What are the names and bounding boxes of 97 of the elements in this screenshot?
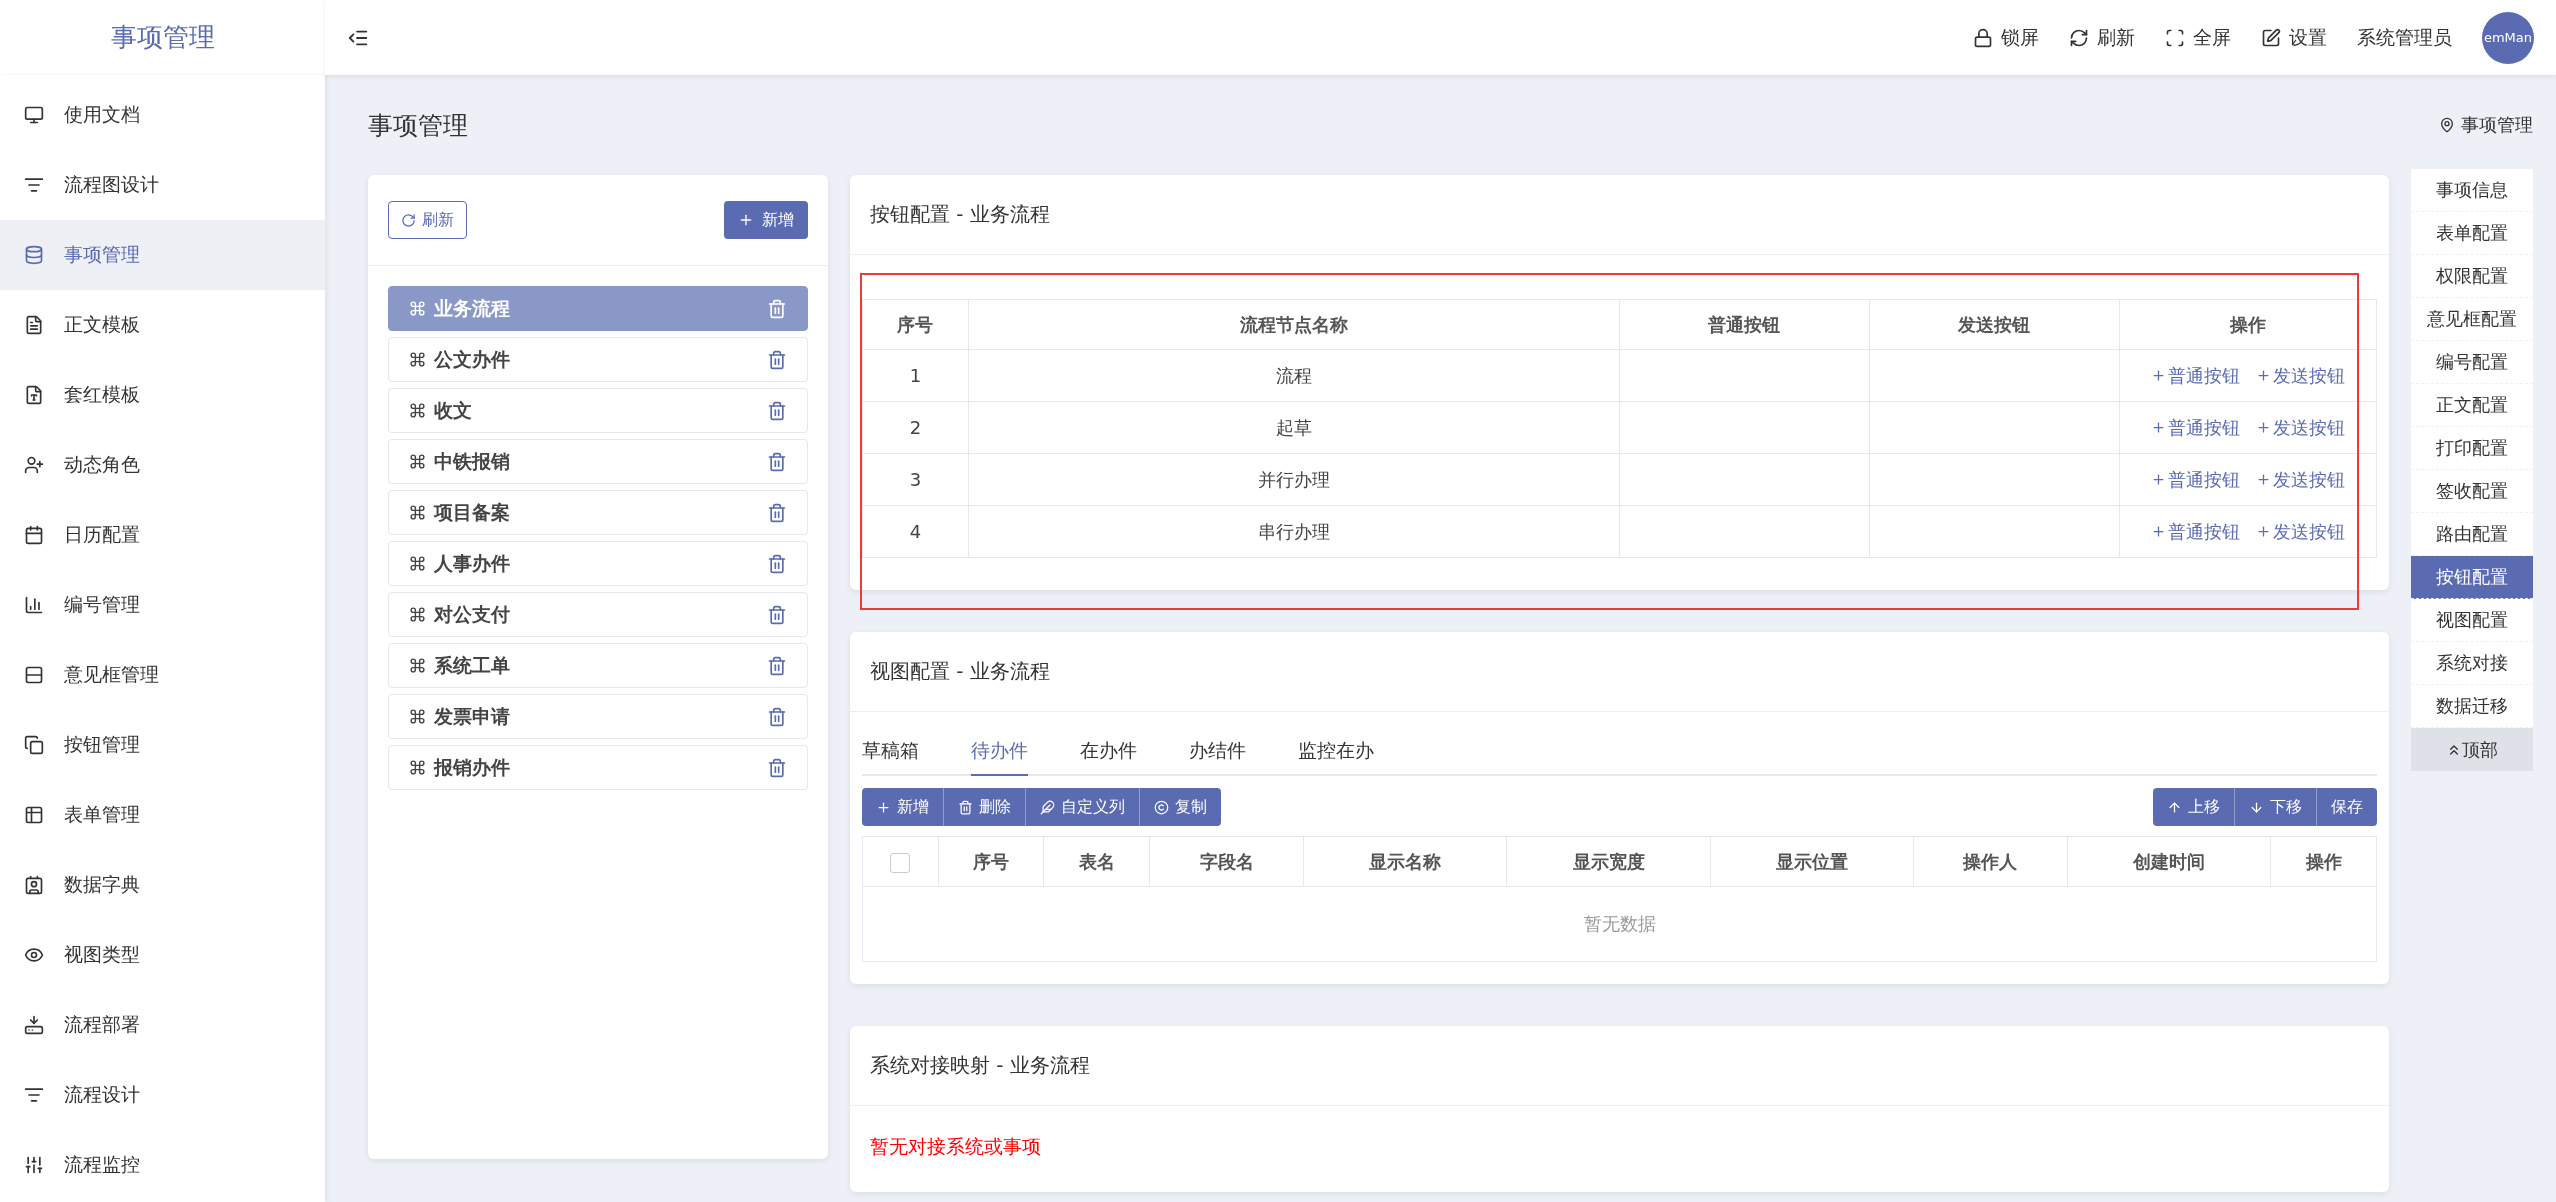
section-nav-item[interactable]: 签收配置 (2411, 470, 2533, 513)
section-nav-item[interactable]: 数据迁移 (2411, 685, 2533, 728)
add-link[interactable]: 普通按钮 (2150, 415, 2240, 440)
column-header: 显示宽度 (1506, 836, 1711, 887)
list-item[interactable]: 公文办件 (388, 337, 808, 382)
view-tab[interactable]: 草稿箱 (862, 738, 919, 776)
sidebar-item[interactable]: 编号管理 (0, 570, 325, 640)
table-cell: 2 (862, 401, 969, 454)
empty-message: 暂无对接系统或事项 (870, 1135, 1041, 1157)
toolbar-button[interactable]: 复制 (1140, 788, 1221, 826)
section-nav-item[interactable]: 系统对接 (2411, 642, 2533, 685)
table-cell: 4 (862, 505, 969, 558)
column-header: 序号 (938, 836, 1044, 887)
table-cell: 并行办理 (968, 453, 1620, 506)
list-item[interactable]: 收文 (388, 388, 808, 433)
add-link[interactable]: 普通按钮 (2150, 519, 2240, 544)
section-nav-item[interactable]: 编号配置 (2411, 341, 2533, 384)
toolbar-action[interactable]: 刷新 (2069, 24, 2135, 51)
list-item[interactable]: 项目备案 (388, 490, 808, 535)
section-nav-item[interactable]: 视图配置 (2411, 599, 2533, 642)
view-tab[interactable]: 在办件 (1080, 738, 1137, 776)
card-title: 视图配置 - 业务流程 (850, 632, 2389, 712)
sidebar-item[interactable]: 流程部署 (0, 990, 325, 1060)
table-cell: 流程 (968, 349, 1620, 402)
sidebar-item[interactable]: 视图类型 (0, 920, 325, 990)
add-link[interactable]: 发送按钮 (2255, 467, 2345, 492)
toolbar-button[interactable]: 新增 (862, 788, 944, 826)
list-item[interactable]: 发票申请 (388, 694, 808, 739)
column-header: 字段名 (1149, 836, 1304, 887)
column-header: 序号 (862, 299, 969, 350)
list-item[interactable]: 报销办件 (388, 745, 808, 790)
add-link[interactable]: 发送按钮 (2255, 363, 2345, 388)
toolbar-button[interactable]: 上移 (2153, 788, 2235, 826)
table-cell: 串行办理 (968, 505, 1620, 558)
sidebar-item[interactable]: 使用文档 (0, 80, 325, 150)
refresh-button[interactable]: 刷新 (388, 201, 467, 239)
user-avatar[interactable]: emMan (2482, 11, 2534, 64)
add-link[interactable]: 发送按钮 (2255, 519, 2345, 544)
table-cell: 起草 (968, 401, 1620, 454)
toolbar-button[interactable]: 保存 (2317, 788, 2377, 826)
toolbar-button[interactable]: 下移 (2235, 788, 2317, 826)
toolbar-action[interactable]: 设置 (2261, 24, 2327, 51)
sidebar-item[interactable]: 正文模板 (0, 290, 325, 360)
sidebar-item[interactable]: 意见框管理 (0, 640, 325, 710)
card-title: 系统对接映射 - 业务流程 (850, 1026, 2389, 1106)
section-nav-item[interactable]: 按钮配置 (2411, 556, 2533, 599)
list-item[interactable]: 系统工单 (388, 643, 808, 688)
breadcrumb: 事项管理 (2439, 113, 2533, 137)
column-header: 操作人 (1913, 836, 2068, 887)
add-link[interactable]: 发送按钮 (2255, 415, 2345, 440)
sidebar-item[interactable]: 套红模板 (0, 360, 325, 430)
view-tab[interactable]: 办结件 (1189, 738, 1246, 776)
add-link[interactable]: 普通按钮 (2150, 467, 2240, 492)
section-nav-item[interactable]: 事项信息 (2411, 169, 2533, 212)
toolbar-action[interactable]: 全屏 (2165, 24, 2231, 51)
list-item[interactable]: 对公支付 (388, 592, 808, 637)
add-button[interactable]: 新增 (724, 201, 808, 239)
app-title: 事项管理 (0, 0, 325, 75)
column-header: 流程节点名称 (968, 299, 1620, 350)
sidebar-item[interactable]: 动态角色 (0, 430, 325, 500)
view-tab[interactable]: 监控在办 (1298, 738, 1374, 776)
view-tab[interactable]: 待办件 (971, 738, 1028, 776)
page-title: 事项管理 (368, 109, 468, 142)
column-header: 普通按钮 (1619, 299, 1870, 350)
section-nav-item[interactable]: 正文配置 (2411, 384, 2533, 427)
section-nav-item[interactable]: 路由配置 (2411, 513, 2533, 556)
sidebar-item[interactable]: 流程监控 (0, 1130, 325, 1200)
sidebar-item[interactable]: 数据字典 (0, 850, 325, 920)
column-header: 发送按钮 (1869, 299, 2120, 350)
column-header: 操作 (2270, 836, 2377, 887)
list-item[interactable]: 中铁报销 (388, 439, 808, 484)
section-nav-item[interactable]: 权限配置 (2411, 255, 2533, 298)
toolbar-action[interactable]: 锁屏 (1973, 24, 2039, 51)
sidebar-item[interactable]: 按钮管理 (0, 710, 325, 780)
column-header: 表名 (1043, 836, 1150, 887)
toolbar-button[interactable]: 自定义列 (1026, 788, 1140, 826)
sidebar-item[interactable]: 流程图设计 (0, 150, 325, 220)
column-header: 显示位置 (1710, 836, 1914, 887)
sidebar-item[interactable]: 事项管理 (0, 220, 325, 290)
back-to-top-button[interactable]: 顶部 (2411, 728, 2533, 771)
sidebar-item[interactable]: 日历配置 (0, 500, 325, 570)
card-title: 按钮配置 - 业务流程 (850, 175, 2389, 255)
user-name: 系统管理员 (2357, 24, 2452, 50)
table-cell: 1 (862, 349, 969, 402)
section-nav-item[interactable]: 打印配置 (2411, 427, 2533, 470)
sidebar-item[interactable]: 表单管理 (0, 780, 325, 850)
section-nav-item[interactable]: 意见框配置 (2411, 298, 2533, 341)
column-header: 操作 (2119, 299, 2377, 350)
column-header: 创建时间 (2067, 836, 2271, 887)
sidebar-item[interactable]: 流程设计 (0, 1060, 325, 1130)
table-cell: 3 (862, 453, 969, 506)
empty-text: 暂无数据 (862, 886, 2377, 962)
toolbar-button[interactable]: 删除 (944, 788, 1026, 826)
list-item[interactable]: 人事办件 (388, 541, 808, 586)
section-nav-item[interactable]: 表单配置 (2411, 212, 2533, 255)
column-header: 显示名称 (1303, 836, 1507, 887)
add-link[interactable]: 普通按钮 (2150, 363, 2240, 388)
